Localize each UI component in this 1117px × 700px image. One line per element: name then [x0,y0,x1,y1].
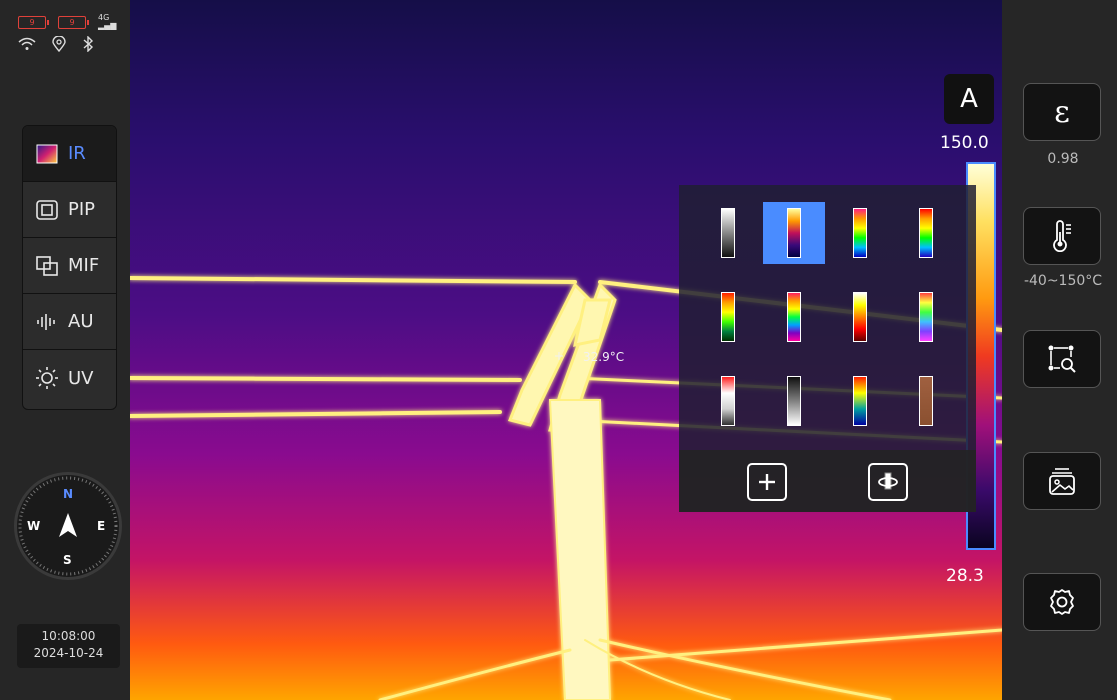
temperature-range-button[interactable] [1023,207,1101,265]
palette-option[interactable] [895,286,957,348]
bluetooth-icon [83,36,94,52]
gallery-icon [1049,468,1075,495]
palette-swatch [787,292,801,342]
battery-level: 9 [29,17,35,27]
palette-option[interactable] [697,286,759,348]
palette-rotate-button[interactable] [868,463,908,501]
palette-swatch [853,376,867,426]
palette-swatch [853,292,867,342]
palette-picker [679,185,976,512]
mode-selector: IR PIP MIF AU UV [22,125,117,410]
palette-option[interactable] [895,370,957,432]
compass: N S E W [14,472,122,580]
region-analysis-button[interactable] [1023,330,1101,388]
scale-min-label: 28.3 [946,566,984,586]
palette-swatch [919,376,933,426]
battery-level-2: 9 [69,17,75,27]
mode-label: PIP [68,199,96,220]
mode-label: UV [68,367,94,389]
cellular-signal-icon: 4G ▂▄▆ [98,13,117,30]
palette-option[interactable] [697,202,759,264]
mode-label: MIF [68,255,100,276]
spot-measurement: 32.9°C [555,350,624,364]
palette-footer [679,450,976,512]
region-zoom-icon [1048,345,1076,373]
battery-icon: 9 [18,15,49,29]
palette-option-selected[interactable] [763,202,825,264]
palette-option[interactable] [829,286,891,348]
compass-south: S [63,553,72,567]
palette-option[interactable] [763,370,825,432]
wifi-icon [18,37,36,50]
auto-range-button[interactable]: A [944,74,994,124]
clock-date: 2024-10-24 [33,646,104,660]
emissivity-value: 0.98 [1047,151,1079,167]
settings-button[interactable] [1023,573,1101,631]
palette-swatch [721,208,735,258]
palette-option[interactable] [895,202,957,264]
location-icon [52,36,66,52]
mode-mif-button[interactable]: MIF [23,238,116,294]
palette-swatch [721,376,735,426]
rotate-palette-icon [878,472,898,490]
plus-icon [759,474,775,490]
range-mode-label: A [960,84,978,114]
network-type: 4G [98,13,110,22]
emissivity-icon: ε [1054,94,1070,130]
mode-label: AU [68,311,94,332]
palette-swatch [721,292,735,342]
palette-option[interactable] [763,286,825,348]
palette-option[interactable] [697,370,759,432]
compass-west: W [27,519,41,533]
ir-image-icon [36,144,58,164]
pip-icon [36,199,58,220]
palette-option[interactable] [829,202,891,264]
measurement-value: 32.9°C [583,350,625,364]
clock-time: 10:08:00 [41,629,96,643]
compass-north: N [63,487,74,501]
clock: 10:08:00 2024-10-24 [17,624,120,668]
audio-waveform-icon [36,312,58,332]
add-palette-button[interactable] [747,463,787,501]
mode-label: IR [68,143,86,164]
palette-swatch [787,376,801,426]
mode-au-button[interactable]: AU [23,294,116,350]
palette-swatch [919,208,933,258]
gallery-button[interactable] [1023,452,1101,510]
palette-swatch [787,208,801,258]
mode-uv-button[interactable]: UV [23,350,116,406]
thermometer-icon [1053,220,1071,252]
uv-sun-icon [36,367,58,389]
mode-pip-button[interactable]: PIP [23,182,116,238]
emissivity-button[interactable]: ε [1023,83,1101,141]
status-bar: 9 9 4G ▂▄▆ [18,14,123,60]
palette-swatch [853,208,867,258]
palette-option[interactable] [829,370,891,432]
mode-ir-button[interactable]: IR [23,126,116,182]
mif-icon [36,255,58,276]
battery-charging-icon: 9 [58,15,89,29]
palette-swatch [919,292,933,342]
gear-icon [1050,589,1074,615]
compass-east: E [97,519,106,533]
scale-max-label: 150.0 [940,133,989,153]
temperature-range-value: -40~150°C [1023,273,1103,289]
